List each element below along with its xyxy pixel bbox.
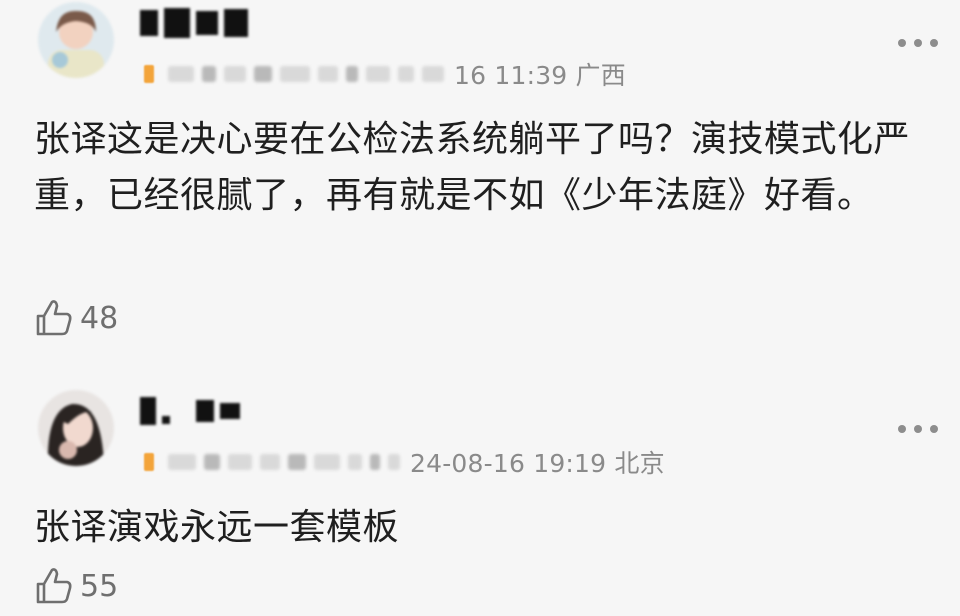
redacted-meta xyxy=(168,454,400,470)
comment-text: 张译这是决心要在公检法系统躺平了吗？演技模式化严重，已经很腻了，再有就是不如《少… xyxy=(34,119,911,216)
redacted-meta xyxy=(168,66,444,82)
comment-item: 16 11:39 广西 张译这是决心要在公检法系统躺平了吗？演技模式化严重，已经… xyxy=(0,0,960,370)
like-count: 48 xyxy=(80,300,119,336)
comment-item: 24-08-16 19:19 北京 张译演戏永远一套模板 55 xyxy=(0,378,960,616)
comment-text: 张译演戏永远一套模板 xyxy=(34,507,400,548)
fan-badge-icon xyxy=(144,453,154,471)
fan-badge-icon xyxy=(144,65,154,83)
comment-meta: 16 11:39 广西 xyxy=(144,58,626,90)
username-redacted[interactable] xyxy=(140,6,248,40)
more-dots-icon[interactable] xyxy=(898,422,938,436)
comment-time-location: 16 11:39 广西 xyxy=(454,61,626,90)
like-count: 55 xyxy=(80,568,119,604)
comment-time-location: 24-08-16 19:19 北京 xyxy=(410,449,665,478)
comment-meta: 24-08-16 19:19 北京 xyxy=(144,446,665,478)
thumbs-up-icon xyxy=(36,300,72,336)
thumbs-up-icon xyxy=(36,568,72,604)
like-button[interactable]: 48 xyxy=(34,298,118,338)
more-dots-icon[interactable] xyxy=(898,36,938,50)
avatar[interactable] xyxy=(38,390,114,466)
avatar[interactable] xyxy=(38,2,114,78)
username-redacted[interactable] xyxy=(140,394,240,428)
like-button[interactable]: 55 xyxy=(34,566,118,606)
